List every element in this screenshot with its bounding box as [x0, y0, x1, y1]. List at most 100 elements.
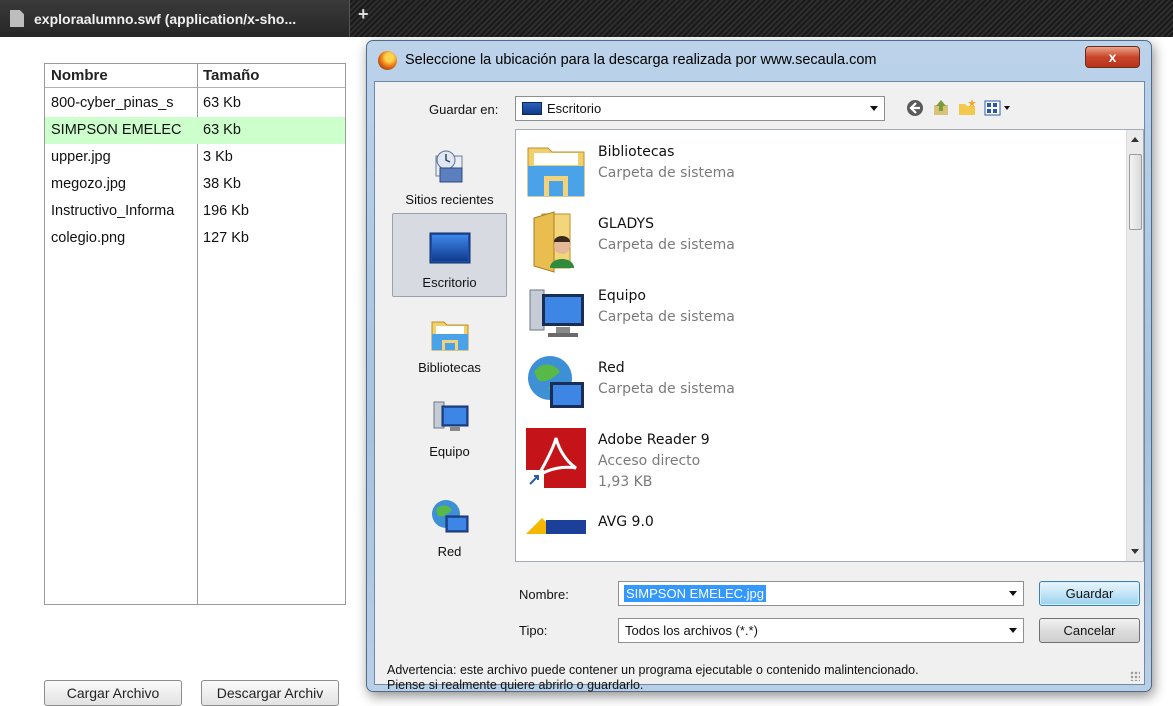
- place-libraries[interactable]: Bibliotecas: [392, 297, 507, 381]
- place-computer[interactable]: Equipo: [392, 381, 507, 465]
- browser-tab-title: exploraalumno.swf (application/x-sho...: [34, 10, 297, 27]
- place-desktop[interactable]: Escritorio: [392, 213, 507, 297]
- save-in-label: Guardar en:: [429, 102, 499, 117]
- item-name: GLADYS: [598, 216, 654, 232]
- scroll-down-icon[interactable]: [1131, 549, 1139, 554]
- place-label-recent: Sitios recientes: [405, 192, 494, 207]
- dialog-body: Guardar en: Escritorio Sitios recientes: [374, 81, 1145, 692]
- scrollbar-thumb[interactable]: [1129, 154, 1142, 230]
- adobe-reader-icon: [524, 426, 588, 490]
- file-name-cell: upper.jpg: [51, 149, 111, 165]
- item-type: Carpeta de sistema: [598, 237, 735, 253]
- network-icon: [524, 354, 588, 418]
- item-name: Red: [598, 360, 625, 376]
- place-recent[interactable]: Sitios recientes: [392, 129, 507, 213]
- place-label-network: Red: [437, 544, 462, 559]
- place-network[interactable]: Red: [392, 465, 507, 565]
- save-dialog: Seleccione la ubicación para la descarga…: [366, 40, 1152, 692]
- list-item[interactable]: Bibliotecas Carpeta de sistema: [524, 138, 1104, 208]
- item-type: Carpeta de sistema: [598, 309, 735, 325]
- list-item[interactable]: Equipo Carpeta de sistema: [524, 282, 1104, 352]
- list-item[interactable]: Adobe Reader 9 Acceso directo 1,93 KB: [524, 426, 1104, 496]
- item-type: Acceso directo: [598, 453, 701, 469]
- file-size-cell: 127 Kb: [203, 230, 249, 246]
- item-name: Equipo: [598, 288, 646, 304]
- libraries-icon: [428, 314, 472, 354]
- file-view: Bibliotecas Carpeta de sistema GLADYS Ca…: [515, 129, 1144, 562]
- file-name-cell: 800-cyber_pinas_s: [51, 95, 174, 111]
- list-item[interactable]: AVG 9.0: [524, 498, 1104, 560]
- firefox-icon: [378, 51, 397, 70]
- list-item[interactable]: Red Carpeta de sistema: [524, 354, 1104, 424]
- chevron-down-icon[interactable]: [1009, 591, 1017, 596]
- place-label-desktop: Escritorio: [422, 275, 477, 290]
- save-in-dropdown[interactable]: Escritorio: [515, 96, 885, 121]
- file-name-cell: megozo.jpg: [51, 176, 126, 192]
- load-file-button[interactable]: Cargar Archivo: [44, 680, 182, 706]
- file-name-cell: colegio.png: [51, 230, 126, 246]
- close-button[interactable]: x: [1085, 46, 1140, 68]
- item-type: Carpeta de sistema: [598, 165, 735, 181]
- user-folder-icon: [524, 210, 588, 274]
- new-tab-button[interactable]: +: [358, 4, 374, 24]
- new-folder-icon[interactable]: [957, 98, 977, 118]
- table-row[interactable]: upper.jpg 3 Kb: [45, 144, 345, 171]
- cancel-button[interactable]: Cancelar: [1039, 618, 1140, 643]
- network-icon: [428, 498, 472, 538]
- computer-icon: [524, 282, 588, 346]
- warning-message: Advertencia: este archivo puede contener…: [387, 663, 1127, 693]
- column-header-name[interactable]: Nombre: [51, 67, 108, 84]
- list-item[interactable]: GLADYS Carpeta de sistema: [524, 210, 1104, 280]
- item-name: Adobe Reader 9: [598, 432, 710, 448]
- save-in-value: Escritorio: [547, 101, 602, 116]
- item-name: AVG 9.0: [598, 514, 654, 530]
- chevron-down-icon: [1009, 628, 1017, 633]
- browser-tab[interactable]: exploraalumno.swf (application/x-sho...: [0, 0, 350, 37]
- warning-line-1: Advertencia: este archivo puede contener…: [387, 663, 919, 677]
- avg-icon: [524, 514, 588, 560]
- table-row[interactable]: colegio.png 127 Kb: [45, 225, 345, 252]
- file-size-cell: 3 Kb: [203, 149, 233, 165]
- back-icon[interactable]: [905, 98, 925, 118]
- libraries-icon: [524, 138, 588, 202]
- file-size-cell: 63 Kb: [203, 95, 241, 111]
- filename-field[interactable]: SIMPSON EMELEC.jpg: [618, 581, 1024, 606]
- desktop-icon: [522, 102, 542, 115]
- place-label-computer: Equipo: [429, 444, 470, 459]
- filename-value: SIMPSON EMELEC.jpg: [624, 585, 766, 602]
- file-view-scrollbar[interactable]: [1126, 130, 1143, 561]
- recent-places-icon: [428, 146, 472, 186]
- file-name-cell: Instructivo_Informa: [51, 203, 175, 219]
- file-size-cell: 196 Kb: [203, 203, 249, 219]
- file-list-header: Nombre Tamaño: [45, 64, 345, 88]
- places-bar: Sitios recientes Escritorio Bibliotecas …: [382, 129, 507, 564]
- computer-icon: [428, 398, 472, 438]
- desktop-icon: [428, 229, 472, 269]
- save-button[interactable]: Guardar: [1039, 581, 1140, 606]
- view-menu-icon[interactable]: [983, 98, 1013, 118]
- item-size: 1,93 KB: [598, 474, 653, 490]
- filetype-value: Todos los archivos (*.*): [625, 623, 758, 638]
- table-row[interactable]: Instructivo_Informa 196 Kb: [45, 198, 345, 225]
- warning-line-2: Piense si realmente quiere abrirlo o gua…: [387, 678, 644, 692]
- item-name: Bibliotecas: [598, 144, 675, 160]
- place-label-libraries: Bibliotecas: [418, 360, 481, 375]
- item-type: Carpeta de sistema: [598, 381, 735, 397]
- download-file-button[interactable]: Descargar Archiv: [201, 680, 339, 706]
- filetype-label: Tipo:: [519, 623, 548, 638]
- table-row[interactable]: megozo.jpg 38 Kb: [45, 171, 345, 198]
- filetype-dropdown[interactable]: Todos los archivos (*.*): [618, 618, 1024, 643]
- column-header-size[interactable]: Tamaño: [203, 67, 259, 84]
- file-list-table: Nombre Tamaño 800-cyber_pinas_s 63 Kb SIMP…: [44, 63, 346, 605]
- file-name-cell: SIMPSON EMELEC: [51, 122, 182, 138]
- document-icon: [10, 10, 24, 27]
- up-folder-icon[interactable]: [931, 98, 951, 118]
- table-row[interactable]: SIMPSON EMELEC 63 Kb: [45, 117, 345, 144]
- browser-tab-strip: exploraalumno.swf (application/x-sho... …: [0, 0, 1173, 37]
- resize-grip-icon[interactable]: [1130, 671, 1140, 681]
- file-size-cell: 63 Kb: [203, 122, 241, 138]
- file-size-cell: 38 Kb: [203, 176, 241, 192]
- scroll-up-icon[interactable]: [1131, 137, 1139, 142]
- table-row[interactable]: 800-cyber_pinas_s 63 Kb: [45, 90, 345, 117]
- chevron-down-icon: [870, 106, 878, 111]
